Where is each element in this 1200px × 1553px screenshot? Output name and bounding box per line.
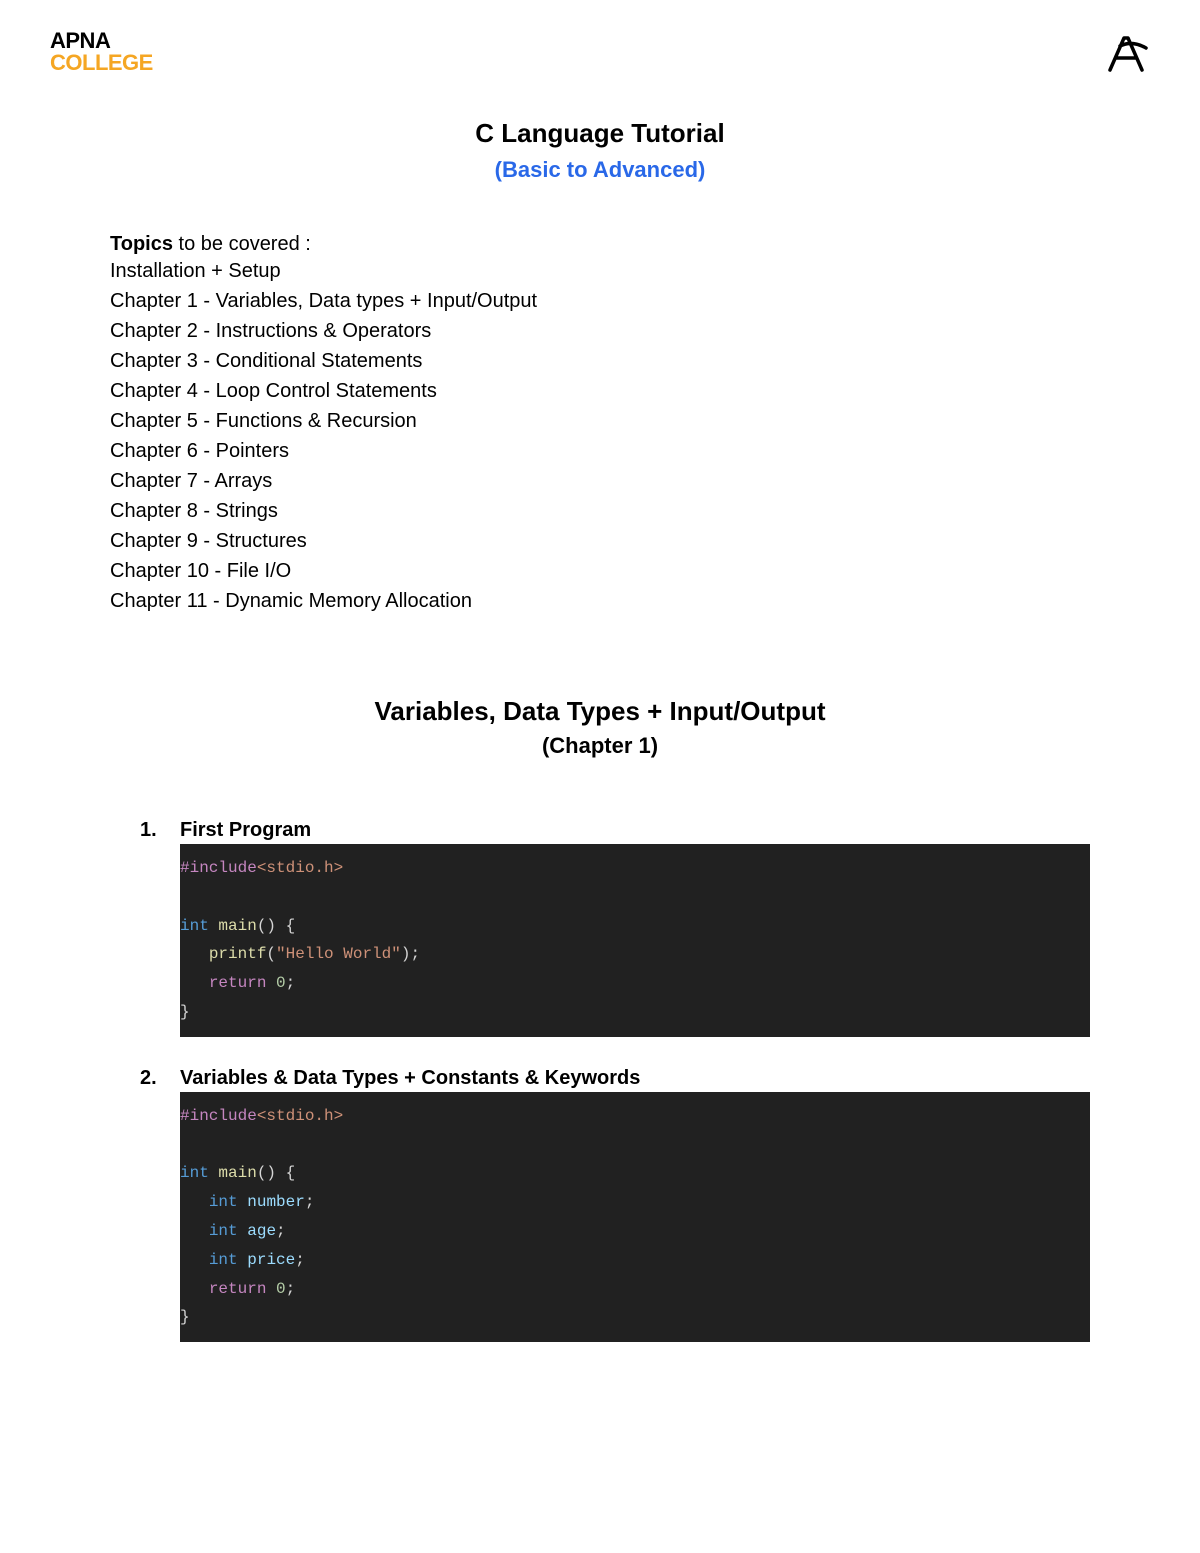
topics-item: Chapter 9 - Structures: [110, 526, 1090, 556]
topics-item: Chapter 5 - Functions & Recursion: [110, 406, 1090, 436]
signature-icon: [1102, 30, 1150, 78]
chapter-subtitle: (Chapter 1): [110, 733, 1090, 759]
section: 1. First Program#include<stdio.h> int mai…: [110, 819, 1090, 1037]
topics-item: Chapter 8 - Strings: [110, 496, 1090, 526]
section-title: Variables & Data Types + Constants & Key…: [180, 1067, 640, 1090]
page-title-text: C Language Tutorial: [50, 118, 1150, 149]
code-block: #include<stdio.h> int main() { int numbe…: [180, 1092, 1090, 1342]
topics-item: Chapter 2 - Instructions & Operators: [110, 316, 1090, 346]
topics-item: Installation + Setup: [110, 256, 1090, 286]
topics-item: Chapter 6 - Pointers: [110, 436, 1090, 466]
code-block: #include<stdio.h> int main() { printf("H…: [180, 844, 1090, 1037]
topics-item: Chapter 4 - Loop Control Statements: [110, 376, 1090, 406]
section-header: 1. First Program: [110, 819, 1090, 842]
brand-logo: APNA COLLEGE: [50, 30, 153, 74]
page-header: APNA COLLEGE: [50, 30, 1150, 78]
section-number: 1.: [140, 819, 160, 842]
topics-label-rest: to be covered :: [173, 233, 311, 255]
topics-item: Chapter 3 - Conditional Statements: [110, 346, 1090, 376]
section: 2. Variables & Data Types + Constants & K…: [110, 1067, 1090, 1342]
logo-top-text: APNA: [50, 30, 153, 52]
topics-item: Chapter 1 - Variables, Data types + Inpu…: [110, 286, 1090, 316]
topics-item: Chapter 7 - Arrays: [110, 466, 1090, 496]
topics-heading: Topics to be covered :: [110, 233, 1090, 256]
topics-list: Installation + SetupChapter 1 - Variable…: [110, 256, 1090, 616]
topics-item: Chapter 11 - Dynamic Memory Allocation: [110, 586, 1090, 616]
page-title: C Language Tutorial: [50, 118, 1150, 149]
chapter-title: Variables, Data Types + Input/Output: [110, 696, 1090, 727]
logo-bottom-text: COLLEGE: [50, 52, 153, 74]
section-number: 2.: [140, 1067, 160, 1090]
page-subtitle: (Basic to Advanced): [50, 157, 1150, 183]
topics-item: Chapter 10 - File I/O: [110, 556, 1090, 586]
section-title: First Program: [180, 819, 311, 842]
section-header: 2. Variables & Data Types + Constants & K…: [110, 1067, 1090, 1090]
content-area: Topics to be covered : Installation + Se…: [50, 233, 1150, 1342]
topics-label-bold: Topics: [110, 233, 173, 255]
